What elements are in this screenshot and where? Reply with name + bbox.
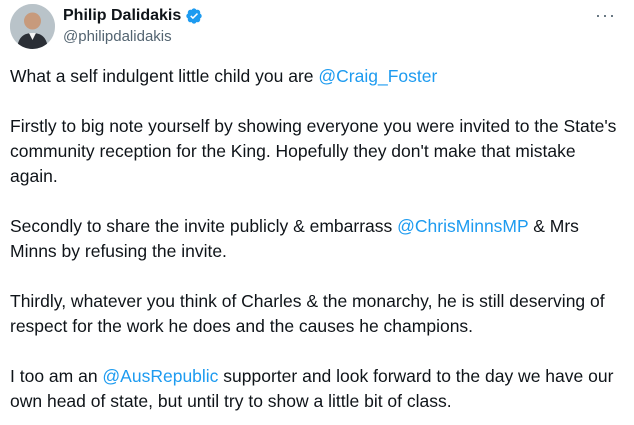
mention-link[interactable]: @ChrisMinnsMP bbox=[397, 216, 528, 236]
author-handle[interactable]: @philipdalidakis bbox=[63, 27, 172, 47]
tweet-paragraph: Secondly to share the invite publicly & … bbox=[10, 214, 622, 264]
tweet-paragraph: Firstly to big note yourself by showing … bbox=[10, 114, 622, 189]
avatar[interactable] bbox=[10, 4, 55, 49]
verified-badge-icon bbox=[185, 7, 203, 25]
mention-link[interactable]: @Craig_Foster bbox=[318, 66, 437, 86]
author-name-line: Philip Dalidakis bbox=[63, 6, 203, 26]
tweet-header: Philip Dalidakis @philipdalidakis ··· bbox=[10, 2, 624, 50]
tweet-text-segment: Firstly to big note yourself by showing … bbox=[10, 116, 617, 186]
tweet-text: What a self indulgent little child you a… bbox=[10, 64, 622, 414]
tweet-text-segment: Thirdly, whatever you think of Charles &… bbox=[10, 291, 605, 336]
tweet-text-segment: Secondly to share the invite publicly & … bbox=[10, 216, 398, 236]
tweet-text-segment: I too am an bbox=[10, 366, 103, 386]
avatar-image bbox=[10, 4, 55, 49]
tweet-paragraph: What a self indulgent little child you a… bbox=[10, 64, 622, 89]
tweet-text-segment: What a self indulgent little child you a… bbox=[10, 66, 319, 86]
tweet-paragraph: Thirdly, whatever you think of Charles &… bbox=[10, 289, 622, 339]
more-horizontal-icon[interactable]: ··· bbox=[595, 6, 616, 24]
tweet-paragraph: I too am an @AusRepublic supporter and l… bbox=[10, 364, 622, 414]
author-display-name[interactable]: Philip Dalidakis bbox=[63, 6, 181, 26]
mention-link[interactable]: @AusRepublic bbox=[102, 366, 218, 386]
tweet-card: Philip Dalidakis @philipdalidakis ··· Wh… bbox=[0, 0, 634, 425]
